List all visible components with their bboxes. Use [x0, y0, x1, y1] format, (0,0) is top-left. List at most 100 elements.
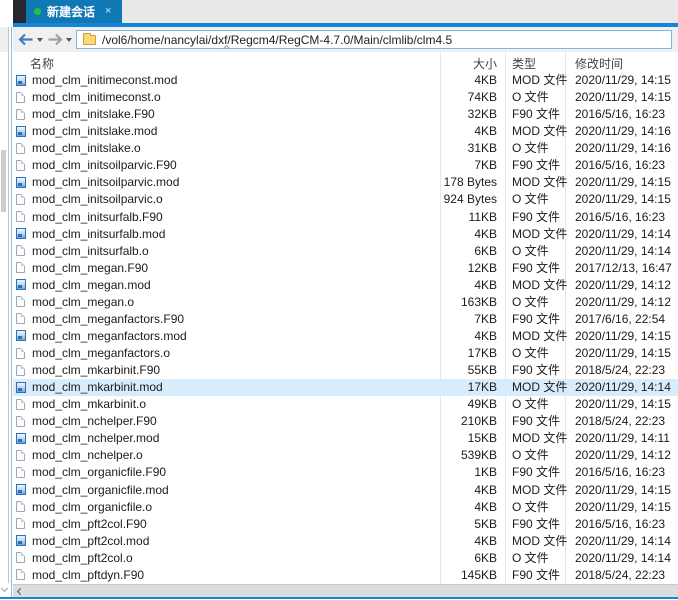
- table-row[interactable]: mod_clm_mkarbinit.o 49KB O 文件 2020/11/29…: [13, 396, 678, 413]
- file-name: mod_clm_megan.mod: [32, 277, 432, 294]
- table-row[interactable]: mod_clm_meganfactors.o 17KB O 文件 2020/11…: [13, 345, 678, 362]
- file-name: mod_clm_meganfactors.o: [32, 345, 432, 362]
- file-name: mod_clm_pftdyn.F90: [32, 567, 432, 584]
- file-size: 924 Bytes: [440, 191, 497, 208]
- file-type: MOD 文件: [512, 174, 572, 191]
- table-row[interactable]: mod_clm_initslake.F90 32KB F90 文件 2016/5…: [13, 106, 678, 123]
- file-size: 163KB: [440, 294, 497, 311]
- column-header-modified[interactable]: 修改时间: [575, 55, 623, 72]
- tab-new-session[interactable]: 新建会话 ×: [26, 0, 122, 23]
- table-row[interactable]: mod_clm_initsoilparvic.F90 7KB F90 文件 20…: [13, 157, 678, 174]
- table-row[interactable]: mod_clm_initslake.mod 4KB MOD 文件 2020/11…: [13, 123, 678, 140]
- plain-file-icon: [16, 365, 25, 376]
- file-type: F90 文件: [512, 260, 572, 277]
- table-row[interactable]: mod_clm_pft2col.F90 5KB F90 文件 2016/5/16…: [13, 516, 678, 533]
- table-row[interactable]: mod_clm_nchelper.o 539KB O 文件 2020/11/29…: [13, 447, 678, 464]
- table-row[interactable]: mod_clm_pft2col.o 6KB O 文件 2020/11/29, 1…: [13, 550, 678, 567]
- table-row[interactable]: mod_clm_nchelper.mod 15KB MOD 文件 2020/11…: [13, 430, 678, 447]
- table-row[interactable]: mod_clm_organicfile.mod 4KB MOD 文件 2020/…: [13, 482, 678, 499]
- file-name: mod_clm_meganfactors.mod: [32, 328, 432, 345]
- table-row[interactable]: mod_clm_mkarbinit.mod 17KB MOD 文件 2020/1…: [13, 379, 678, 396]
- back-dropdown-icon[interactable]: [37, 38, 43, 42]
- file-size: 49KB: [440, 396, 497, 413]
- file-size: 6KB: [440, 243, 497, 260]
- file-modified: 2020/11/29, 14:14: [575, 226, 678, 243]
- close-icon[interactable]: ×: [105, 6, 111, 17]
- file-name: mod_clm_initimeconst.o: [32, 89, 432, 106]
- table-row[interactable]: mod_clm_initimeconst.o 74KB O 文件 2020/11…: [13, 89, 678, 106]
- table-row[interactable]: mod_clm_megan.o 163KB O 文件 2020/11/29, 1…: [13, 294, 678, 311]
- horizontal-scrollbar[interactable]: [13, 584, 678, 597]
- file-modified: 2020/11/29, 14:15: [575, 499, 678, 516]
- table-row[interactable]: mod_clm_meganfactors.mod 4KB MOD 文件 2020…: [13, 328, 678, 345]
- file-modified: 2016/5/16, 16:23: [575, 464, 678, 481]
- table-row[interactable]: mod_clm_organicfile.F90 1KB F90 文件 2016/…: [13, 464, 678, 481]
- table-row[interactable]: mod_clm_megan.F90 12KB F90 文件 2017/12/13…: [13, 260, 678, 277]
- mod-file-icon: [16, 484, 26, 495]
- table-row[interactable]: mod_clm_mkarbinit.F90 55KB F90 文件 2018/5…: [13, 362, 678, 379]
- table-row[interactable]: mod_clm_initsurfalb.F90 11KB F90 文件 2016…: [13, 209, 678, 226]
- file-type: O 文件: [512, 396, 572, 413]
- file-modified: 2020/11/29, 14:14: [575, 243, 678, 260]
- table-row[interactable]: mod_clm_initimeconst.mod 4KB MOD 文件 2020…: [13, 72, 678, 89]
- table-row[interactable]: mod_clm_meganfactors.F90 7KB F90 文件 2017…: [13, 311, 678, 328]
- panel-focus-border: [11, 27, 12, 597]
- table-row[interactable]: mod_clm_pftdyn.F90 145KB F90 文件 2018/5/2…: [13, 567, 678, 584]
- file-type: F90 文件: [512, 106, 572, 123]
- back-button[interactable]: [18, 32, 43, 47]
- list-header: 名称 大小 类型 修改时间: [13, 52, 678, 72]
- mod-file-icon: [16, 177, 26, 188]
- plain-file-icon: [16, 143, 25, 154]
- file-name: mod_clm_mkarbinit.o: [32, 396, 432, 413]
- address-bar[interactable]: /vol6/home/nancylai/dxf/Regcm4/RegCM-4.7…: [76, 30, 672, 49]
- file-modified: 2020/11/29, 14:14: [575, 533, 678, 550]
- file-modified: 2018/5/24, 22:23: [575, 413, 678, 430]
- file-type: MOD 文件: [512, 72, 572, 89]
- file-modified: 2016/5/16, 16:23: [575, 516, 678, 533]
- file-modified: 2020/11/29, 14:12: [575, 294, 678, 311]
- column-header-name[interactable]: 名称: [30, 55, 54, 72]
- mod-file-icon: [16, 330, 26, 341]
- table-row[interactable]: mod_clm_megan.mod 4KB MOD 文件 2020/11/29,…: [13, 277, 678, 294]
- table-row[interactable]: mod_clm_initsurfalb.o 6KB O 文件 2020/11/2…: [13, 243, 678, 260]
- scroll-left-icon[interactable]: [17, 588, 24, 595]
- file-size: 7KB: [440, 157, 497, 174]
- file-type: MOD 文件: [512, 123, 572, 140]
- table-row[interactable]: mod_clm_pft2col.mod 4KB MOD 文件 2020/11/2…: [13, 533, 678, 550]
- table-row[interactable]: mod_clm_initsoilparvic.mod 178 Bytes MOD…: [13, 174, 678, 191]
- file-size: 4KB: [440, 328, 497, 345]
- file-type: MOD 文件: [512, 482, 572, 499]
- file-size: 5KB: [440, 516, 497, 533]
- plain-file-icon: [16, 211, 25, 222]
- file-modified: 2020/11/29, 14:15: [575, 396, 678, 413]
- file-type: F90 文件: [512, 157, 572, 174]
- forward-button[interactable]: [47, 32, 72, 47]
- table-row[interactable]: mod_clm_organicfile.o 4KB O 文件 2020/11/2…: [13, 499, 678, 516]
- table-row[interactable]: mod_clm_initsurfalb.mod 4KB MOD 文件 2020/…: [13, 226, 678, 243]
- file-name: mod_clm_initslake.F90: [32, 106, 432, 123]
- mod-file-icon: [16, 126, 26, 137]
- plain-file-icon: [16, 92, 25, 103]
- sliver-toolbar-edge: [0, 27, 8, 52]
- file-name: mod_clm_initslake.o: [32, 140, 432, 157]
- column-header-type[interactable]: 类型: [512, 55, 536, 72]
- table-row[interactable]: mod_clm_initsoilparvic.o 924 Bytes O 文件 …: [13, 191, 678, 208]
- file-type: MOD 文件: [512, 277, 572, 294]
- plain-file-icon: [16, 262, 25, 273]
- file-name: mod_clm_meganfactors.F90: [32, 311, 432, 328]
- forward-dropdown-icon[interactable]: [66, 38, 72, 42]
- vertical-scrollbar-thumb[interactable]: [1, 150, 6, 212]
- file-name: mod_clm_megan.o: [32, 294, 432, 311]
- column-header-size[interactable]: 大小: [440, 55, 497, 72]
- file-name: mod_clm_nchelper.mod: [32, 430, 432, 447]
- plain-file-icon: [16, 194, 25, 205]
- file-modified: 2016/5/16, 16:23: [575, 209, 678, 226]
- table-row[interactable]: mod_clm_initslake.o 31KB O 文件 2020/11/29…: [13, 140, 678, 157]
- file-name: mod_clm_initsurfalb.mod: [32, 226, 432, 243]
- mod-file-icon: [16, 382, 26, 393]
- file-modified: 2017/12/13, 16:47: [575, 260, 678, 277]
- file-name: mod_clm_initsurfalb.F90: [32, 209, 432, 226]
- file-type: MOD 文件: [512, 328, 572, 345]
- table-row[interactable]: mod_clm_nchelper.F90 210KB F90 文件 2018/5…: [13, 413, 678, 430]
- file-size: 55KB: [440, 362, 497, 379]
